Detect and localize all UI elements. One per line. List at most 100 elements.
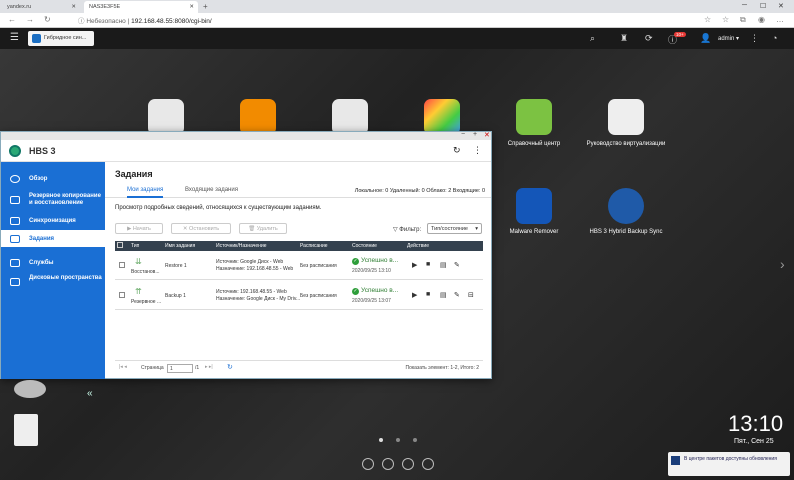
dashboard-icon[interactable]: ◔ (772, 33, 777, 43)
dock (362, 458, 436, 472)
star-icon[interactable]: ☆ (704, 15, 711, 24)
virtualization-guide-icon[interactable] (608, 99, 644, 135)
control-panel-icon[interactable] (148, 99, 184, 135)
column-actions[interactable]: Действие (407, 243, 429, 249)
next-page-icon[interactable]: ▸ ▸| (205, 364, 213, 370)
hbs-icon (32, 34, 41, 43)
sidebar-item-overview[interactable]: Обзор (1, 173, 105, 185)
hbs3-desktop-icon[interactable] (608, 188, 644, 224)
jobs-panel: Задания Мои задания Входящие задания Лок… (105, 162, 491, 379)
update-notification[interactable]: В центре пакетов доступны обновления (668, 452, 790, 476)
browser-tab-yandex[interactable]: yandex.ru ✕ (2, 1, 80, 13)
url-field[interactable]: ⓘ Небезопасно | 192.168.48.55:8080/cgi-b… (78, 15, 212, 25)
filter-text: Фильтр: (399, 227, 422, 233)
hbs-logo-icon (9, 145, 21, 157)
start-button[interactable]: ▶ Начать (115, 223, 163, 234)
stop-icon[interactable]: ■ (426, 291, 430, 298)
user-icon[interactable]: 👤 (700, 33, 711, 44)
filter-select[interactable]: Тип/состояние ▾ (427, 223, 482, 234)
back-icon[interactable]: ← (8, 15, 16, 24)
refresh-icon[interactable]: ↻ (227, 363, 233, 371)
close-window-icon[interactable]: ✕ (778, 2, 784, 10)
filter-label: ▽ Фильтр: (393, 226, 421, 233)
tab-incoming-jobs[interactable]: Входящие задания (185, 187, 238, 193)
app-tab-hbs[interactable]: Гибридное син... (28, 31, 94, 46)
report-icon[interactable]: ▤ (440, 291, 447, 299)
check-icon: ✓ (352, 258, 359, 265)
sidebar-item-storage-spaces[interactable]: Дисковые пространства (1, 275, 105, 291)
sidebar-item-sync[interactable]: Синхронизация (1, 215, 105, 227)
play-icon[interactable]: ▶ (412, 291, 417, 299)
table-row[interactable]: ⇈ Резервное ... Backup 1 Источник: 192.1… (115, 281, 483, 310)
column-name[interactable]: Имя задания (165, 243, 195, 249)
column-schedule[interactable]: Расписание (300, 243, 328, 249)
search-icon[interactable]: ⌕ (590, 33, 595, 44)
close-icon[interactable]: ✕ (71, 4, 76, 10)
more-icon[interactable]: ⋮ (750, 33, 759, 44)
background-tasks-icon[interactable]: ⟳ (645, 33, 653, 44)
new-tab-button[interactable]: + (203, 2, 208, 11)
forward-icon[interactable]: → (26, 15, 34, 24)
app-center-icon[interactable] (424, 99, 460, 135)
dock-item-icon[interactable] (402, 458, 414, 470)
browser-tab-nas[interactable]: NAS3E3F5E ✕ (84, 1, 198, 13)
row-checkbox[interactable] (119, 292, 125, 298)
dock-item-icon[interactable] (382, 458, 394, 470)
help-center-icon[interactable] (516, 99, 552, 135)
sidebar-label: Резервное копирование и восстановление (29, 193, 101, 206)
sidebar-item-services[interactable]: Службы (1, 257, 105, 269)
minimize-icon[interactable]: ─ (742, 2, 747, 9)
sidebar-item-jobs[interactable]: Задания (1, 230, 105, 247)
table-row[interactable]: ⇊ Восстанов... Restore 1 Источник: Googl… (115, 251, 483, 280)
sidebar-item-backup[interactable]: Резервное копирование и восстановление (1, 193, 105, 209)
page-dot[interactable] (396, 438, 400, 442)
user-menu[interactable]: admin ▾ (718, 35, 739, 42)
trash-icon[interactable] (14, 414, 38, 446)
column-status[interactable]: Состояние (352, 243, 377, 249)
stop-button[interactable]: ✕ Остановить (171, 223, 231, 234)
delete-button[interactable]: 🗑 Удалить (239, 223, 287, 234)
maximize-icon[interactable]: ☐ (760, 2, 766, 10)
job-schedule: Без расписания (300, 263, 337, 269)
minimize-icon[interactable]: − (461, 131, 465, 138)
column-type[interactable]: Тип (131, 243, 139, 249)
qts-topbar: ☰ Гибридное син... ⌕ ♜ ⟳ ⓘ 10+ 👤 admin ▾… (0, 28, 794, 49)
collapse-sidebar-button[interactable]: « (87, 388, 93, 399)
close-icon[interactable]: ✕ (189, 4, 194, 10)
refresh-icon[interactable]: ↻ (453, 145, 461, 156)
sidebar-label: Задания (29, 236, 55, 242)
chevron-right-icon[interactable]: › (780, 256, 785, 272)
column-source[interactable]: Источник/Назначение (216, 243, 267, 249)
job-name[interactable]: Restore 1 (165, 263, 187, 269)
restore-action-icon[interactable]: ⊟ (468, 291, 474, 299)
close-icon[interactable]: ✕ (484, 131, 490, 139)
malware-remover-icon[interactable] (516, 188, 552, 224)
first-page-icon[interactable]: |◂ ◂ (119, 364, 127, 370)
tab-my-jobs[interactable]: Мои задания (127, 187, 164, 198)
stop-icon[interactable]: ■ (426, 261, 430, 268)
reload-icon[interactable]: ↻ (44, 15, 51, 24)
mascot-icon[interactable] (14, 380, 46, 398)
job-name[interactable]: Backup 1 (165, 293, 186, 299)
edit-icon[interactable]: ✎ (454, 291, 460, 299)
page-dot-active[interactable] (379, 438, 383, 442)
edit-icon[interactable]: ✎ (454, 261, 460, 269)
dock-item-icon[interactable] (362, 458, 374, 470)
page-input[interactable]: 1 (167, 364, 193, 373)
more-icon[interactable]: … (776, 15, 784, 24)
select-all-checkbox[interactable] (117, 242, 123, 248)
favorites-icon[interactable]: ☆ (722, 15, 729, 24)
row-checkbox[interactable] (119, 262, 125, 268)
file-station-icon[interactable] (240, 99, 276, 135)
report-icon[interactable]: ▤ (440, 261, 447, 269)
dock-item-icon[interactable] (422, 458, 434, 470)
maximize-icon[interactable]: + (473, 131, 477, 138)
play-icon[interactable]: ▶ (412, 261, 417, 269)
more-icon[interactable]: ⋮ (473, 145, 482, 156)
collections-icon[interactable]: ⧉ (740, 15, 746, 25)
page-dot[interactable] (413, 438, 417, 442)
task-icon[interactable]: ♜ (620, 33, 628, 44)
storage-icon[interactable] (332, 99, 368, 135)
main-menu-icon[interactable]: ☰ (10, 32, 19, 43)
profile-icon[interactable]: ◉ (758, 15, 765, 24)
